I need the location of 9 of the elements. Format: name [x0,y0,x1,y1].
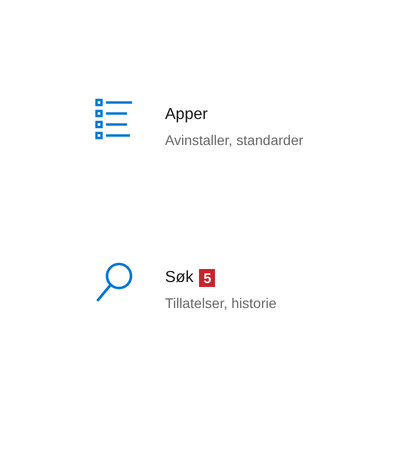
item-description: Avinstaller, standarder [165,131,304,150]
settings-item[interactable]: Apper Avinstaller, standarder [95,98,414,261]
item-title: Søk [165,268,194,288]
item-title: Apper [165,105,208,125]
settings-item[interactable]: Søk 5 Tillatelser, historie [95,261,414,424]
search-icon [95,261,135,303]
item-description: Tillatelser, historie [165,294,277,313]
number-badge: 5 [199,269,216,287]
list-icon [95,98,133,140]
